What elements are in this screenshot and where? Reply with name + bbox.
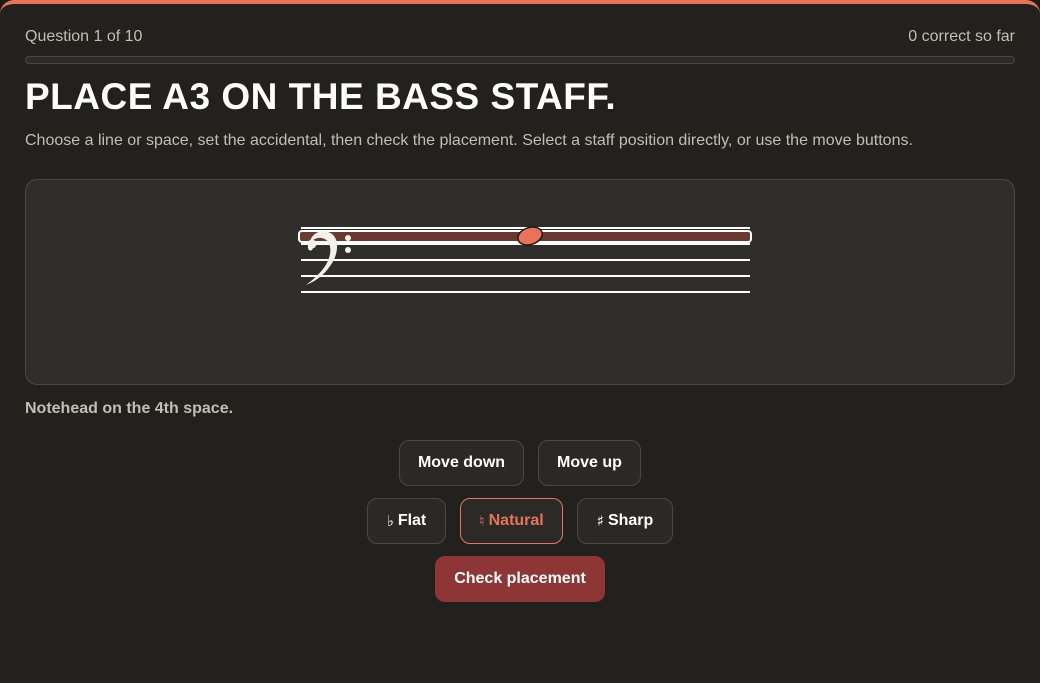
bass-staff (298, 226, 752, 293)
move-up-button[interactable]: Move up (538, 440, 641, 486)
question-counter: Question 1 of 10 (25, 28, 143, 45)
natural-icon: ♮ (479, 512, 485, 530)
quiz-header: Question 1 of 10 0 correct so far (25, 28, 1015, 48)
sharp-icon: ♯ (596, 512, 604, 530)
move-down-button[interactable]: Move down (399, 440, 524, 486)
natural-button[interactable]: ♮ Natural (460, 498, 563, 544)
score-counter: 0 correct so far (908, 28, 1015, 45)
flat-icon: ♭ (386, 512, 394, 530)
check-placement-button[interactable]: Check placement (435, 556, 605, 602)
quiz-card: Question 1 of 10 0 correct so far PLACE … (0, 0, 1040, 683)
flat-button[interactable]: ♭ Flat (367, 498, 446, 544)
placement-status: Notehead on the 4th space. (25, 400, 234, 417)
flat-label: Flat (397, 512, 427, 529)
sharp-button[interactable]: ♯ Sharp (577, 498, 673, 544)
staff-panel (25, 179, 1015, 385)
question-title: PLACE A3 ON THE BASS STAFF. (25, 76, 617, 117)
sharp-label: Sharp (607, 512, 654, 529)
natural-label: Natural (488, 512, 544, 529)
instructions-text: Choose a line or space, set the accident… (25, 132, 913, 149)
progress-bar (25, 56, 1015, 64)
